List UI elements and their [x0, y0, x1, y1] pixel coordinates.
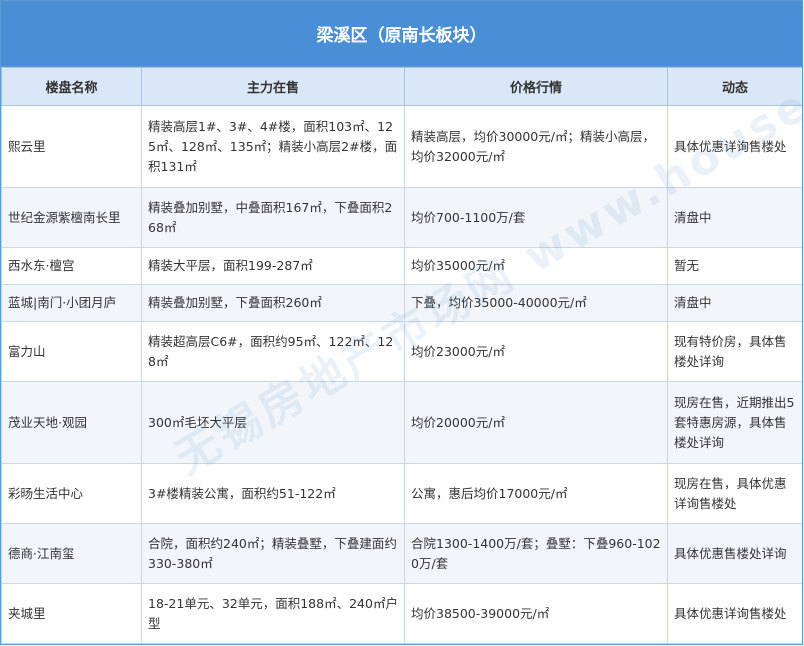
cell-project-name: 西水东·檀宫 [1, 247, 142, 285]
cell-status: 暂无 [667, 247, 802, 285]
table-title: 梁溪区（原南长板块） [1, 1, 802, 67]
table-row: 蓝城|南门·小团月庐 精装叠加别墅，下叠面积260㎡ 下叠，均价35000-40… [1, 284, 802, 322]
cell-main-sale: 300㎡毛坯大平层 [141, 381, 405, 464]
header-project-name: 楼盘名称 [1, 67, 142, 106]
listing-table: 楼盘名称 主力在售 价格行情 动态 熙云里 精装高层1#、3#、4#楼，面积10… [1, 67, 802, 644]
cell-status: 具体优惠详询售楼处 [667, 583, 802, 644]
cell-project-name: 彩旸生活中心 [1, 463, 142, 524]
header-price: 价格行情 [404, 67, 668, 106]
cell-status: 清盘中 [667, 284, 802, 322]
table-row: 熙云里 精装高层1#、3#、4#楼，面积103㎡、125㎡、128㎡、135㎡；… [1, 105, 802, 188]
cell-price: 公寓，惠后均价17000元/㎡ [404, 463, 668, 524]
table-row: 德商·江南玺 合院，面积约240㎡；精装叠墅，下叠建面约330-380㎡ 合院1… [1, 523, 802, 584]
cell-price: 均价700-1100万/套 [404, 187, 668, 248]
cell-main-sale: 精装大平层，面积199-287㎡ [141, 247, 405, 285]
cell-main-sale: 精装叠加别墅，下叠面积260㎡ [141, 284, 405, 322]
cell-project-name: 夹城里 [1, 583, 142, 644]
header-main-sale: 主力在售 [141, 67, 405, 106]
cell-price: 均价38500-39000元/㎡ [404, 583, 668, 644]
cell-main-sale: 合院，面积约240㎡；精装叠墅，下叠建面约330-380㎡ [141, 523, 405, 584]
cell-price: 下叠，均价35000-40000元/㎡ [404, 284, 668, 322]
cell-status: 清盘中 [667, 187, 802, 248]
cell-main-sale: 精装超高层C6#，面积约95㎡、122㎡、128㎡ [141, 321, 405, 382]
cell-main-sale: 精装叠加别墅，中叠面积167㎡，下叠面积268㎡ [141, 187, 405, 248]
cell-price: 合院1300-1400万/套；叠墅：下叠960-1020万/套 [404, 523, 668, 584]
header-status: 动态 [667, 67, 802, 106]
table-row: 夹城里 18-21单元、32单元，面积188㎡、240㎡户型 均价38500-3… [1, 583, 802, 644]
cell-status: 具体优惠详询售楼处 [667, 105, 802, 188]
cell-price: 均价23000元/㎡ [404, 321, 668, 382]
cell-project-name: 德商·江南玺 [1, 523, 142, 584]
cell-project-name: 熙云里 [1, 105, 142, 188]
cell-project-name: 蓝城|南门·小团月庐 [1, 284, 142, 322]
cell-status: 具体优惠售楼处详询 [667, 523, 802, 584]
cell-price: 均价35000元/㎡ [404, 247, 668, 285]
table-row: 彩旸生活中心 3#楼精装公寓，面积约51-122㎡ 公寓，惠后均价17000元/… [1, 463, 802, 524]
cell-price: 精装高层，均价30000元/㎡；精装小高层，均价32000元/㎡ [404, 105, 668, 188]
cell-project-name: 茂业天地·观园 [1, 381, 142, 464]
cell-status: 现有特价房，具体售楼处详询 [667, 321, 802, 382]
cell-project-name: 世纪金源紫檀南长里 [1, 187, 142, 248]
cell-price: 均价20000元/㎡ [404, 381, 668, 464]
cell-status: 现房在售，近期推出5套特惠房源，具体售楼处详询 [667, 381, 802, 464]
cell-status: 现房在售，具体优惠详询售楼处 [667, 463, 802, 524]
table-row: 世纪金源紫檀南长里 精装叠加别墅，中叠面积167㎡，下叠面积268㎡ 均价700… [1, 187, 802, 248]
cell-project-name: 富力山 [1, 321, 142, 382]
table-row: 富力山 精装超高层C6#，面积约95㎡、122㎡、128㎡ 均价23000元/㎡… [1, 321, 802, 382]
table-row: 西水东·檀宫 精装大平层，面积199-287㎡ 均价35000元/㎡ 暂无 [1, 247, 802, 285]
cell-main-sale: 3#楼精装公寓，面积约51-122㎡ [141, 463, 405, 524]
cell-main-sale: 精装高层1#、3#、4#楼，面积103㎡、125㎡、128㎡、135㎡；精装小高… [141, 105, 405, 188]
header-row: 楼盘名称 主力在售 价格行情 动态 [1, 67, 802, 106]
table-row: 茂业天地·观园 300㎡毛坯大平层 均价20000元/㎡ 现房在售，近期推出5套… [1, 381, 802, 464]
listing-table-container: 梁溪区（原南长板块） 楼盘名称 主力在售 价格行情 动态 熙云里 精装高层1#、… [0, 0, 803, 645]
cell-main-sale: 18-21单元、32单元，面积188㎡、240㎡户型 [141, 583, 405, 644]
